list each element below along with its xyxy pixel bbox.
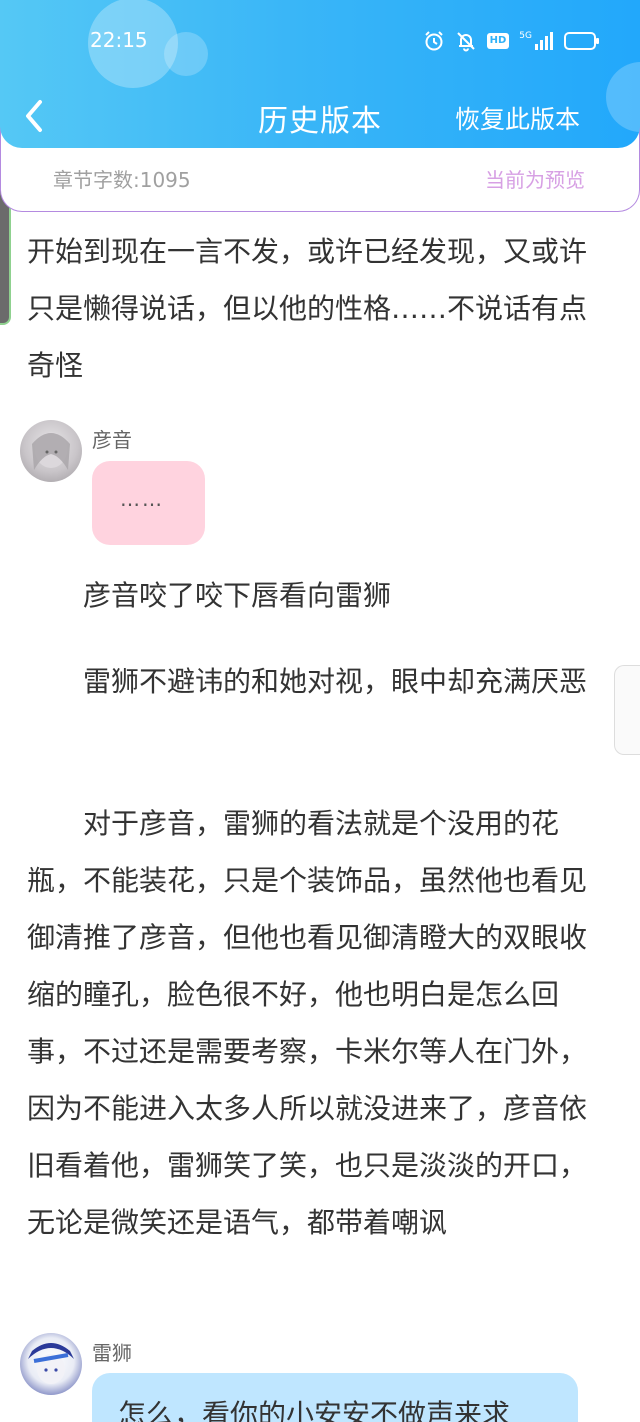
back-button[interactable] — [18, 96, 54, 136]
mute-icon — [455, 30, 477, 52]
hd-icon: HD — [486, 33, 510, 49]
paragraph-text: 彦音咬了咬下唇看向雷狮 — [83, 579, 392, 612]
paragraph-text: 雷狮不避讳的和她对视，眼中却充满厌恶 — [83, 665, 588, 698]
dialog-bubble: …… — [92, 461, 205, 545]
5g-signal-icon: 5G — [519, 31, 554, 51]
dialog-text: 怎么，看你的小安安不做声来求 — [118, 1398, 511, 1422]
restore-version-button[interactable]: 恢复此版本 — [455, 100, 580, 136]
decor-bubble-right — [606, 62, 640, 132]
dialog-text: …… — [120, 487, 164, 511]
decor-bubble-small — [164, 32, 208, 76]
speaker-name: 彦音 — [92, 428, 132, 452]
paragraph-top: 开始到现在一言不发，或许已经发现，又或许只是懒得说话，但以他的性格……不说话有点… — [27, 235, 588, 382]
paragraph-text: 对于彦音，雷狮的看法就是个没用的花瓶，不能装花，只是个装饰品，虽然他也看见御清推… — [27, 807, 588, 1239]
network-label: 5G — [519, 31, 532, 41]
battery-icon — [564, 31, 600, 51]
right-edge-handle[interactable] — [614, 665, 640, 755]
avatar — [20, 1333, 82, 1395]
alarm-icon — [423, 30, 445, 52]
speaker-name: 雷狮 — [92, 1341, 132, 1365]
paragraph: 对于彦音，雷狮的看法就是个没用的花瓶，不能装花，只是个装饰品，虽然他也看见御清推… — [27, 795, 607, 1251]
status-time: 22:15 — [90, 28, 148, 52]
paragraph: 雷狮不避讳的和她对视，眼中却充满厌恶 — [27, 653, 607, 710]
status-icons: HD 5G — [423, 28, 600, 54]
chapter-word-count: 章节字数:1095 — [53, 168, 191, 192]
avatar — [20, 420, 82, 482]
app-header: 22:15 HD 5G 历史版本 恢复此版本 — [0, 0, 640, 148]
chevron-left-icon — [26, 100, 42, 132]
paragraph: 彦音咬了咬下唇看向雷狮 — [27, 567, 607, 624]
preview-status-label: 当前为预览 — [485, 168, 585, 192]
dialog-bubble: 怎么，看你的小安安不做声来求 — [92, 1373, 578, 1422]
